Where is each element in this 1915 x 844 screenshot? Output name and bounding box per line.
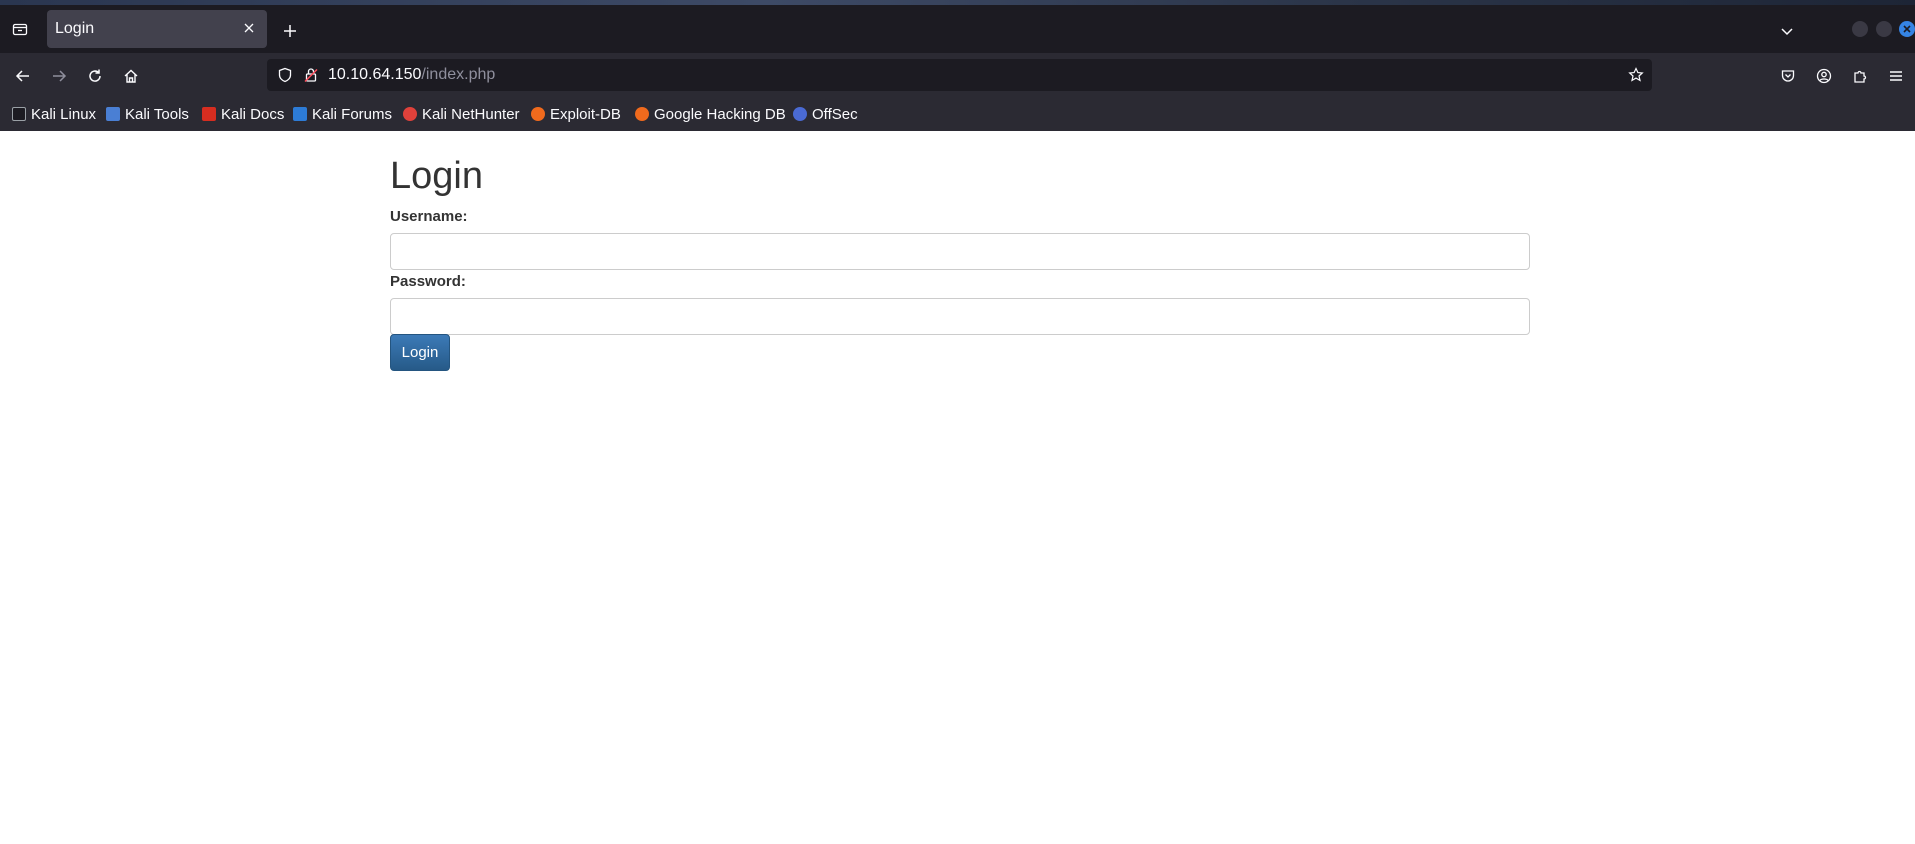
password-label: Password: — [390, 273, 466, 290]
bookmark-kali-forums[interactable]: Kali Forums — [293, 104, 392, 124]
kali-forums-icon — [293, 107, 307, 121]
home-button[interactable] — [118, 63, 144, 89]
reload-button[interactable] — [82, 63, 108, 89]
arrow-right-icon — [53, 70, 67, 82]
minimize-button[interactable] — [1852, 21, 1868, 37]
chevron-down-icon — [1781, 28, 1793, 36]
bookmark-label: Google Hacking DB — [654, 105, 786, 123]
tab-bar: Login — [0, 5, 1915, 53]
bookmark-star-button[interactable] — [1626, 65, 1646, 85]
extensions-button[interactable] — [1847, 63, 1873, 89]
back-button[interactable] — [10, 63, 36, 89]
tab-list-button[interactable] — [8, 17, 32, 41]
url-text[interactable]: 10.10.64.150/index.php — [328, 66, 495, 84]
kali-tools-icon — [106, 107, 120, 121]
pocket-button[interactable] — [1775, 63, 1801, 89]
ghdb-icon — [635, 107, 649, 121]
star-icon — [1628, 67, 1644, 82]
plus-icon — [284, 25, 296, 37]
maximize-button[interactable] — [1876, 21, 1892, 37]
bookmark-label: Kali Linux — [31, 105, 97, 123]
bookmark-kali-linux[interactable]: Kali Linux — [12, 104, 96, 124]
new-tab-button[interactable] — [278, 19, 302, 43]
url-path: /index.php — [421, 66, 496, 83]
bookmark-label: Kali Tools — [125, 105, 189, 123]
kali-docs-icon — [202, 107, 216, 121]
login-button[interactable]: Login — [390, 334, 450, 371]
url-host: 10.10.64.150 — [328, 66, 422, 83]
pocket-icon — [1781, 70, 1795, 82]
tracking-protection-button[interactable] — [275, 65, 295, 85]
bookmark-offsec[interactable]: OffSec — [793, 104, 858, 124]
nethunter-icon — [403, 107, 417, 121]
navigation-toolbar: 10.10.64.150/index.php — [0, 53, 1915, 97]
bookmarks-toolbar: Kali Linux Kali Tools Kali Docs Kali For… — [0, 97, 1915, 131]
bookmark-kali-nethunter[interactable]: Kali NetHunter — [403, 104, 520, 124]
list-all-tabs-button[interactable] — [1775, 19, 1799, 43]
exploit-db-icon — [531, 107, 545, 121]
bookmark-label: Kali Forums — [312, 105, 393, 123]
username-input[interactable] — [390, 233, 1530, 270]
home-icon — [124, 69, 138, 83]
address-bar[interactable]: 10.10.64.150/index.php — [267, 59, 1652, 91]
tab-close-button[interactable] — [239, 18, 259, 38]
puzzle-icon — [1854, 70, 1867, 83]
hamburger-menu-icon — [1890, 71, 1902, 81]
arrow-left-icon — [15, 70, 29, 82]
window-close-button[interactable] — [1899, 21, 1915, 37]
close-icon — [244, 23, 254, 33]
bookmark-label: Kali NetHunter — [422, 105, 520, 123]
offsec-icon — [793, 107, 807, 121]
bookmark-label: Kali Docs — [221, 105, 285, 123]
page-title: Login — [390, 155, 483, 197]
tab-login[interactable]: Login — [47, 10, 267, 48]
bookmark-google-hacking-db[interactable]: Google Hacking DB — [635, 104, 786, 124]
tab-list-icon — [12, 23, 28, 36]
password-input[interactable] — [390, 298, 1530, 335]
bookmark-exploit-db[interactable]: Exploit-DB — [531, 104, 621, 124]
forward-button[interactable] — [46, 63, 72, 89]
kali-dragon-icon — [12, 107, 26, 121]
username-label: Username: — [390, 208, 468, 225]
reload-icon — [89, 69, 101, 82]
account-icon — [1816, 68, 1832, 84]
page-content: Login Username: Password: Login — [0, 131, 1915, 844]
account-button[interactable] — [1811, 63, 1837, 89]
tab-title: Login — [55, 20, 95, 37]
shield-icon — [278, 67, 292, 83]
bookmark-kali-tools[interactable]: Kali Tools — [106, 104, 189, 124]
bookmark-label: OffSec — [812, 105, 858, 123]
insecure-lock-icon — [304, 68, 318, 83]
bookmark-label: Exploit-DB — [550, 105, 621, 123]
site-security-button[interactable] — [301, 65, 321, 85]
bookmark-kali-docs[interactable]: Kali Docs — [202, 104, 284, 124]
close-icon — [1903, 25, 1911, 33]
menu-button[interactable] — [1883, 63, 1909, 89]
